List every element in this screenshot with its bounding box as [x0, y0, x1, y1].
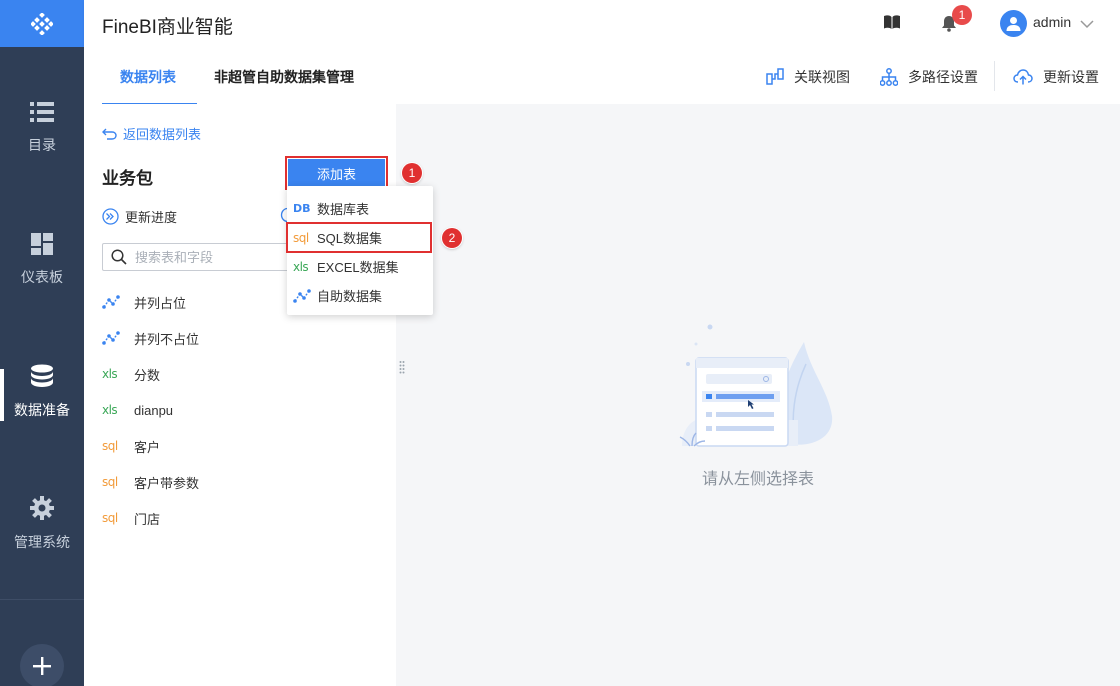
list-item[interactable]: xls dianpu [102, 392, 382, 428]
menu-item-label: 自助数据集 [317, 289, 383, 304]
sidebar-item-data-prep[interactable]: 数据准备 [0, 347, 84, 437]
step-marker-1: 1 [402, 163, 422, 183]
list-item[interactable]: sql 客户 [102, 428, 382, 464]
relation-view-label: 关联视图 [794, 69, 850, 85]
help-book-icon[interactable] [883, 14, 901, 33]
top-header: FineBI商业智能 1 admin [84, 0, 1120, 47]
cloud-upload-icon [1013, 69, 1033, 85]
empty-state-text: 请从左侧选择表 [701, 471, 814, 488]
tabs-bar: 数据列表 非超管自助数据集管理 关联视图 多路径设置 更新设置 [84, 47, 1120, 105]
multipath-settings-label: 多路径设置 [908, 69, 978, 85]
self-service-dataset-icon [293, 288, 317, 303]
search-input[interactable] [135, 249, 285, 265]
back-to-data-list-link[interactable]: 返回数据列表 [102, 124, 201, 143]
tab-data-list[interactable]: 数据列表 [120, 67, 176, 87]
finebi-logo-icon [31, 12, 53, 35]
menu-item-database-table[interactable]: DB 数据库表 [287, 194, 433, 223]
table-name: 客户带参数 [134, 475, 200, 491]
list-item[interactable]: sql 客户带参数 [102, 464, 382, 500]
back-link-label: 返回数据列表 [123, 127, 202, 142]
table-name: 分数 [134, 367, 161, 383]
tab-self-service-dataset-mgmt[interactable]: 非超管自助数据集管理 [214, 67, 354, 87]
logo[interactable] [0, 0, 84, 47]
table-name: dianpu [134, 402, 174, 418]
sql-icon: sql [102, 439, 118, 453]
user-icon [1006, 17, 1021, 31]
menu-item-sql-dataset[interactable]: sql SQL数据集 [286, 222, 432, 253]
update-settings-button[interactable]: 更新设置 [1013, 67, 1099, 87]
app-title: FineBI商业智能 [102, 17, 233, 38]
plus-icon [33, 657, 51, 675]
add-button[interactable] [20, 644, 64, 686]
add-table-dropdown: DB 数据库表 sql SQL数据集 xls EXCEL数据集 自助数据集 [286, 186, 433, 315]
fast-forward-circle-icon [102, 208, 119, 225]
hierarchy-icon [880, 68, 898, 86]
step-marker-2: 2 [442, 228, 462, 248]
self-service-dataset-icon [102, 331, 126, 345]
sidebar-item-catalog[interactable]: 目录 [0, 83, 84, 173]
chevron-down-icon[interactable] [1080, 16, 1094, 32]
menu-item-self-service-dataset[interactable]: 自助数据集 [287, 281, 433, 310]
sidebar-item-dashboard[interactable]: 仪表板 [0, 215, 84, 305]
sidebar-item-label: 目录 [28, 137, 56, 153]
add-table-button[interactable]: 添加表 [285, 156, 388, 190]
relation-view-button[interactable]: 关联视图 [766, 67, 850, 87]
sidebar-item-label: 数据准备 [14, 402, 70, 418]
table-list: 并列占位 并列不占位 xls 分数 xls dianpu sql 客户 sql … [102, 284, 382, 536]
search-box[interactable] [102, 243, 298, 271]
xls-icon: xls [293, 259, 309, 274]
list-item[interactable]: 并列不占位 [102, 320, 382, 356]
notification-badge: 1 [952, 5, 972, 25]
sidebar-item-label: 管理系统 [14, 534, 70, 550]
database-icon [31, 364, 53, 387]
package-title: 业务包 [102, 169, 153, 188]
menu-item-excel-dataset[interactable]: xls EXCEL数据集 [287, 252, 433, 281]
update-settings-label: 更新设置 [1043, 69, 1099, 85]
list-item[interactable]: sql 门店 [102, 500, 382, 536]
avatar[interactable] [1000, 10, 1027, 37]
menu-item-label: 数据库表 [317, 202, 370, 217]
update-progress-label: 更新进度 [125, 210, 178, 225]
sidebar-item-label: 仪表板 [21, 269, 63, 285]
sidebar-item-admin[interactable]: 管理系统 [0, 479, 84, 569]
username[interactable]: admin [1033, 14, 1071, 30]
toolbar-separator [994, 61, 995, 91]
menu-item-label: EXCEL数据集 [317, 260, 399, 275]
back-arrow-icon [102, 128, 117, 140]
main-content: 请从左侧选择表 [396, 104, 1120, 686]
list-item[interactable]: xls 分数 [102, 356, 382, 392]
menu-item-label: SQL数据集 [317, 231, 383, 246]
sidebar: 目录 仪表板 数据准备 管理系统 [0, 0, 84, 686]
dashboard-icon [31, 233, 53, 255]
sidebar-divider [0, 599, 84, 600]
table-name: 并列占位 [134, 295, 187, 311]
sql-icon: sql [102, 511, 118, 525]
self-service-dataset-icon [102, 295, 126, 309]
multipath-settings-button[interactable]: 多路径设置 [880, 67, 978, 87]
list-icon [30, 102, 54, 122]
gear-icon [30, 496, 54, 520]
update-progress-button[interactable]: 更新进度 [102, 207, 177, 226]
sql-icon: sql [102, 475, 118, 489]
empty-state-illustration [679, 324, 833, 447]
table-name: 客户 [134, 439, 161, 455]
table-name: 门店 [134, 511, 161, 527]
database-table-icon: DB [293, 202, 311, 215]
xls-icon: xls [102, 367, 118, 381]
resize-handle-icon[interactable] [399, 360, 405, 377]
search-icon [111, 249, 127, 265]
sql-icon: sql [293, 230, 309, 245]
table-name: 并列不占位 [134, 331, 200, 347]
relation-view-icon [766, 68, 784, 85]
xls-icon: xls [102, 403, 118, 417]
